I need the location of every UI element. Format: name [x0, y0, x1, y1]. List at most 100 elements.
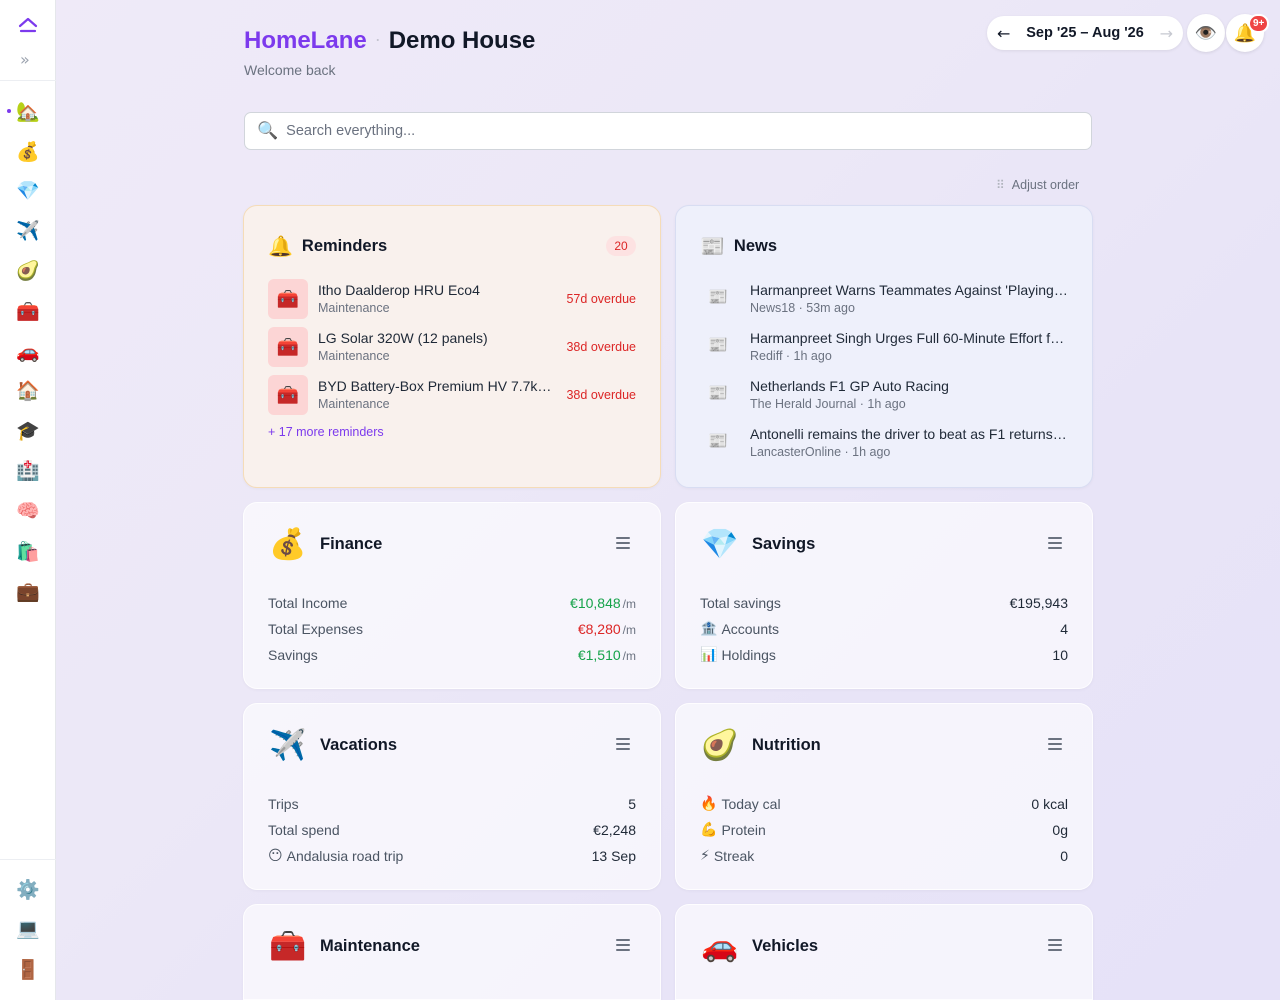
newspaper-icon: 📰 [708, 383, 728, 402]
stat-label: Today cal [721, 796, 781, 812]
search-icon: 🔍 [257, 121, 279, 141]
vehicles-title: 🚗 Vehicles [700, 929, 818, 964]
savings-card[interactable]: 💎 Savings Total savings €195,943 🏦 Accoun… [675, 502, 1093, 689]
avocado-icon[interactable]: 🥑 [8, 254, 48, 286]
expand-sidebar-icon[interactable]: » [20, 51, 30, 69]
gem-icon[interactable]: 💎 [8, 174, 48, 206]
bell-icon: 🔔 [268, 234, 293, 258]
airplane-icon[interactable]: ✈️ [8, 214, 48, 246]
welcome-text: Welcome back [244, 62, 336, 78]
door-icon[interactable]: 🚪 [8, 953, 48, 985]
toolbox-icon[interactable]: 🧰 [8, 295, 48, 327]
reminders-count-badge: 20 [606, 236, 636, 256]
news-item[interactable]: 📰 Antonelli remains the driver to beat a… [700, 423, 1070, 465]
search-input[interactable] [286, 123, 1067, 139]
fire-icon: 🔥 [700, 796, 718, 812]
menu-icon[interactable] [1048, 738, 1062, 750]
stat-row: Total Expenses €8,280/m [268, 619, 636, 639]
stat-value: €195,943 [1009, 595, 1068, 611]
newspaper-icon: 📰 [708, 431, 728, 450]
house-icon[interactable]: 🏡 [8, 95, 48, 127]
stat-value: 4 [1060, 621, 1068, 637]
toolbox-icon: 🧰 [268, 279, 308, 319]
news-item[interactable]: 📰 Harmanpreet Singh Urges Full 60-Minute… [700, 327, 1070, 369]
menu-icon[interactable] [1048, 537, 1062, 549]
date-range-label[interactable]: Sep '25 – Aug '26 [1026, 25, 1144, 41]
stat-value: 10 [1052, 647, 1068, 663]
reminders-title-label: Reminders [301, 236, 388, 255]
newspaper-icon: 📰 [700, 234, 725, 258]
gear-icon[interactable]: ⚙️ [8, 873, 48, 905]
overdue-status: 38d overdue [566, 388, 636, 402]
flexed-arm-icon: 💪 [700, 822, 718, 838]
bar-chart-icon: 📊 [700, 647, 718, 663]
arrow-right-icon[interactable]: → [1160, 24, 1173, 43]
news-card: 📰 News 📰 Harmanpreet Warns Teammates Aga… [675, 205, 1093, 488]
airplane-icon: ✈️ [269, 728, 307, 763]
brain-icon[interactable]: 🧠 [8, 494, 48, 526]
briefcase-icon[interactable]: 💼 [8, 575, 48, 607]
search-bar: 🔍 [244, 112, 1092, 150]
hospital-icon[interactable]: 🏥 [8, 454, 48, 486]
nutrition-card[interactable]: 🥑 Nutrition 🔥 Today cal 0 kcal 💪 Protein 0… [675, 703, 1093, 890]
lightning-icon: ⚡ [700, 848, 710, 864]
toolbox-icon: 🧰 [268, 327, 308, 367]
stat-value: 0 [1060, 848, 1068, 864]
house-name: Demo House [388, 27, 536, 54]
arrow-left-icon[interactable]: ← [997, 24, 1010, 43]
stat-value: €10,848 [570, 595, 621, 611]
vehicles-card[interactable]: 🚗 Vehicles [675, 904, 1093, 1000]
menu-icon[interactable] [616, 738, 630, 750]
news-item[interactable]: 📰 Netherlands F1 GP Auto Racing The Hera… [700, 375, 1070, 417]
home-icon[interactable]: 🏠 [8, 374, 48, 406]
stat-row: 📊 Holdings 10 [700, 645, 1068, 665]
news-item[interactable]: 📰 Harmanpreet Warns Teammates Against 'P… [700, 279, 1070, 321]
nutrition-title: 🥑 Nutrition [700, 728, 820, 763]
reminder-name: Itho Daalderop HRU Eco4 [318, 282, 480, 298]
menu-icon[interactable] [616, 939, 630, 951]
page-title: HomeLane · Demo House [244, 27, 535, 55]
maintenance-card[interactable]: 🧰 Maintenance [243, 904, 661, 1000]
money-bag-icon[interactable]: 💰 [8, 135, 48, 167]
reminder-item[interactable]: 🧰 Itho Daalderop HRU Eco4 Maintenance 57… [268, 279, 636, 321]
reminder-item[interactable]: 🧰 BYD Battery-Box Premium HV 7.7kWh Main… [268, 375, 636, 417]
adjust-order-button[interactable]: ⠿ Adjust order [996, 178, 1079, 192]
stat-label: Trips [268, 796, 299, 812]
reminder-item[interactable]: 🧰 LG Solar 320W (12 panels) Maintenance … [268, 327, 636, 369]
stat-row: Savings €1,510/m [268, 645, 636, 665]
news-meta: Rediff · 1h ago [750, 349, 832, 363]
menu-icon[interactable] [616, 537, 630, 549]
eye-icon[interactable]: 👁️ [1187, 14, 1225, 52]
stat-label: Savings [268, 647, 318, 663]
sidebar-divider [0, 859, 56, 860]
stat-row: 😶 Andalusia road trip 13 Sep [268, 846, 636, 866]
gem-icon: 💎 [701, 527, 739, 562]
stat-label: Streak [713, 848, 755, 864]
stat-row: Trips 5 [268, 794, 636, 814]
newspaper-icon: 📰 [708, 335, 728, 354]
shopping-bags-icon[interactable]: 🛍️ [8, 535, 48, 567]
menu-icon[interactable] [1048, 939, 1062, 951]
maintenance-title-label: Maintenance [320, 937, 420, 955]
toolbox-icon: 🧰 [269, 929, 307, 964]
stat-value: 13 Sep [591, 848, 636, 864]
more-reminders-link[interactable]: + 17 more reminders [268, 425, 384, 439]
car-icon[interactable]: 🚗 [8, 335, 48, 367]
news-headline: Harmanpreet Warns Teammates Against 'Pla… [750, 282, 1068, 298]
stat-label: Total savings [700, 595, 781, 611]
stat-value: 0g [1052, 822, 1068, 838]
face-icon: 😶 [268, 848, 283, 864]
vacations-card[interactable]: ✈️ Vacations Trips 5 Total spend €2,248 … [243, 703, 661, 890]
graduation-cap-icon[interactable]: 🎓 [8, 414, 48, 446]
news-headline: Netherlands F1 GP Auto Racing [750, 378, 949, 394]
reminders-card: 🔔 Reminders 20 🧰 Itho Daalderop HRU Eco4… [243, 205, 661, 488]
homelane-logo-icon[interactable] [17, 15, 39, 35]
finance-card[interactable]: 💰 Finance Total Income €10,848/m Total E… [243, 502, 661, 689]
stat-value: €1,510 [577, 647, 621, 663]
stat-value: 5 [628, 796, 636, 812]
news-meta: News18 · 53m ago [750, 301, 855, 315]
laptop-icon[interactable]: 💻 [8, 912, 48, 944]
date-range-selector: ← Sep '25 – Aug '26 → [987, 16, 1183, 50]
stat-label: Andalusia road trip [286, 848, 404, 864]
finance-title-label: Finance [320, 535, 383, 553]
